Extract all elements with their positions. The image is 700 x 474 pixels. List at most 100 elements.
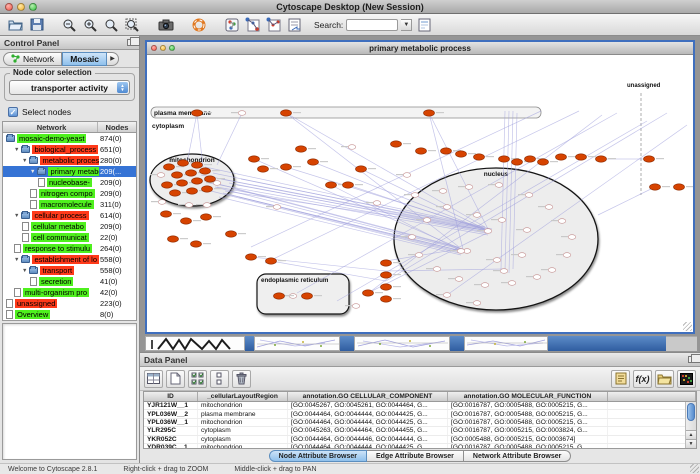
tree-row[interactable]: ▼primary metabo209(... <box>3 166 136 177</box>
graph-node-unselected[interactable] <box>443 293 451 298</box>
tree-row[interactable]: ▼transport558(0) <box>3 265 136 276</box>
graph-node-selected[interactable] <box>296 146 307 152</box>
table-header-component[interactable]: annotation.GO CELLULAR_COMPONENT <box>288 392 448 401</box>
graph-node-unselected[interactable] <box>185 203 193 208</box>
search-input[interactable] <box>346 19 398 31</box>
canvas-resize-grip[interactable] <box>683 322 692 331</box>
tree-row[interactable]: ▼metabolic process280(0) <box>3 155 136 166</box>
tree-item-label[interactable]: metabolic process <box>40 156 99 165</box>
graph-node-unselected[interactable] <box>481 283 489 288</box>
table-header-id[interactable]: ID <box>144 392 198 401</box>
graph-node-selected[interactable] <box>416 148 427 154</box>
table-row[interactable]: YLR295Ccytoplasm[GO:0045263, GO:0044464,… <box>144 427 696 435</box>
graph-node-selected[interactable] <box>170 190 181 196</box>
graph-node-selected[interactable] <box>356 166 367 172</box>
graph-node-selected[interactable] <box>576 154 587 160</box>
table-header-function[interactable]: annotation.GO MOLECULAR_FUNCTION <box>448 392 608 401</box>
background-window-preview[interactable] <box>464 336 548 351</box>
tree-item-label[interactable]: secretion <box>39 277 73 286</box>
graph-node-unselected[interactable] <box>533 275 541 280</box>
graph-node-unselected[interactable] <box>548 268 556 273</box>
graph-node-selected[interactable] <box>381 260 392 266</box>
graph-node-selected[interactable] <box>456 151 467 157</box>
new-attribute-icon[interactable] <box>166 370 185 388</box>
graph-node-selected[interactable] <box>391 141 402 147</box>
graph-node-selected[interactable] <box>192 110 203 116</box>
graph-node-unselected[interactable] <box>525 193 533 198</box>
attribute-editor-icon[interactable] <box>611 370 630 388</box>
table-scrollbar[interactable]: ▲ ▼ <box>685 402 696 448</box>
tree-item-label[interactable]: response to stimulu <box>23 244 92 253</box>
graph-node-selected[interactable] <box>200 168 211 174</box>
graph-node-selected[interactable] <box>281 164 292 170</box>
expand-arrow-icon[interactable]: ▼ <box>22 268 27 274</box>
tree-item-label[interactable]: primary metabo <box>48 167 99 176</box>
graph-node-unselected[interactable] <box>213 181 221 186</box>
tree-row[interactable]: nucleobase-209(0) <box>3 177 136 188</box>
graph-node-selected[interactable] <box>326 182 337 188</box>
table-row[interactable]: YPL036W__2plasma membrane[GO:0044464, GO… <box>144 410 696 418</box>
window-resize-grip[interactable] <box>690 464 699 473</box>
network-nodes-icon-a[interactable] <box>243 16 262 34</box>
tab-node-attribute-browser[interactable]: Node Attribute Browser <box>269 450 367 462</box>
tree-item-label[interactable]: Overview <box>15 310 50 319</box>
graph-node-selected[interactable] <box>164 164 175 170</box>
graph-node-selected[interactable] <box>308 159 319 165</box>
select-attributes-icon[interactable] <box>188 370 207 388</box>
tree-column-nodes[interactable]: Nodes <box>98 122 136 132</box>
graph-node-unselected[interactable] <box>348 145 356 150</box>
graph-node-selected[interactable] <box>192 162 203 168</box>
graph-node-unselected[interactable] <box>498 218 506 223</box>
tree-row[interactable]: ▼cellular process614(0) <box>3 210 136 221</box>
graph-node-selected[interactable] <box>181 218 192 224</box>
network-overview-panel[interactable] <box>2 323 137 460</box>
graph-node-selected[interactable] <box>177 180 188 186</box>
float-panel-icon[interactable] <box>127 39 135 46</box>
tree-column-network[interactable]: Network <box>3 122 98 132</box>
graph-node-selected[interactable] <box>172 172 183 178</box>
graph-node-unselected[interactable] <box>408 235 416 240</box>
tree-item-label[interactable]: transport <box>40 266 74 275</box>
graph-node-unselected[interactable] <box>500 269 508 274</box>
graph-node-selected[interactable] <box>381 296 392 302</box>
graph-node-unselected[interactable] <box>203 203 211 208</box>
graph-node-selected[interactable] <box>343 182 354 188</box>
tree-item-label[interactable]: cellular metabo <box>31 222 86 231</box>
tab-mosaic[interactable]: Mosaic <box>62 52 107 66</box>
graph-node-selected[interactable] <box>202 186 213 192</box>
graph-node-selected[interactable] <box>246 254 257 260</box>
expand-arrow-icon[interactable]: ▼ <box>22 158 27 164</box>
graph-node-unselected[interactable] <box>411 193 419 198</box>
table-row[interactable]: YKR052Ccytoplasm[GO:0044464, GO:0044446,… <box>144 436 696 444</box>
graph-node-unselected[interactable] <box>508 281 516 286</box>
graph-node-selected[interactable] <box>381 284 392 290</box>
matrix-icon[interactable] <box>677 370 696 388</box>
background-window-sketch[interactable] <box>145 336 245 351</box>
graph-node-selected[interactable] <box>168 236 179 242</box>
zoom-in-icon[interactable] <box>81 16 100 34</box>
graph-node-selected[interactable] <box>499 156 510 162</box>
tree-row[interactable]: multi-organism pro42(0) <box>3 287 136 298</box>
graph-node-unselected[interactable] <box>455 277 463 282</box>
tree-row[interactable]: nitrogen compo209(0) <box>3 188 136 199</box>
graph-edge[interactable] <box>217 113 242 165</box>
tree-item-label[interactable]: cellular process <box>32 211 88 220</box>
graph-node-selected[interactable] <box>274 293 285 299</box>
search-dropdown-icon[interactable]: ▼ <box>401 19 412 31</box>
graph-node-selected[interactable] <box>424 110 435 116</box>
unselect-attributes-icon[interactable] <box>210 370 229 388</box>
background-window-edge[interactable] <box>245 336 254 351</box>
graph-node-selected[interactable] <box>525 156 536 162</box>
expand-arrow-icon[interactable]: ▼ <box>30 169 35 175</box>
tree-row[interactable]: response to stimulu264(0) <box>3 243 136 254</box>
save-icon[interactable] <box>27 16 46 34</box>
background-window-edge[interactable] <box>450 336 464 351</box>
graph-node-selected[interactable] <box>226 231 237 237</box>
graph-node-selected[interactable] <box>674 184 685 190</box>
search-settings-icon[interactable] <box>415 16 434 34</box>
graph-node-selected[interactable] <box>644 156 655 162</box>
zoom-fit-icon[interactable] <box>102 16 121 34</box>
background-window-edge[interactable] <box>340 336 354 351</box>
tree-row[interactable]: ▼establishment of lo558(0) <box>3 254 136 265</box>
graph-node-selected[interactable] <box>266 258 277 264</box>
